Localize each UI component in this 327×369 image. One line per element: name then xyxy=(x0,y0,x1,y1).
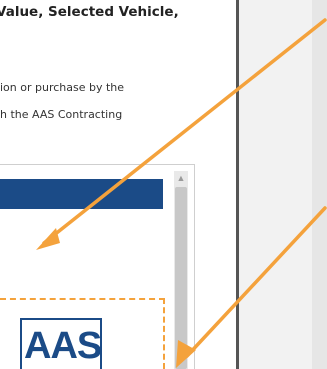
aas-logo: AAS xyxy=(20,318,102,369)
embedded-scrollbar[interactable]: ▲ xyxy=(174,171,188,369)
right-panel-strip xyxy=(312,0,327,369)
logo-highlight-box: AAS xyxy=(0,298,165,369)
section-heading: Value, Selected Vehicle, xyxy=(0,4,179,20)
paragraph-line-2: h the AAS Contracting xyxy=(0,108,123,121)
right-panel xyxy=(239,0,312,369)
scroll-thumb[interactable] xyxy=(175,187,187,369)
scroll-up-icon[interactable]: ▲ xyxy=(174,171,188,185)
aas-logo-text: AAS xyxy=(24,325,102,367)
paragraph-line-1: ion or purchase by the xyxy=(0,81,125,94)
embedded-header-bar xyxy=(0,179,163,209)
document-panel: Value, Selected Vehicle, ion or purchase… xyxy=(0,0,236,369)
